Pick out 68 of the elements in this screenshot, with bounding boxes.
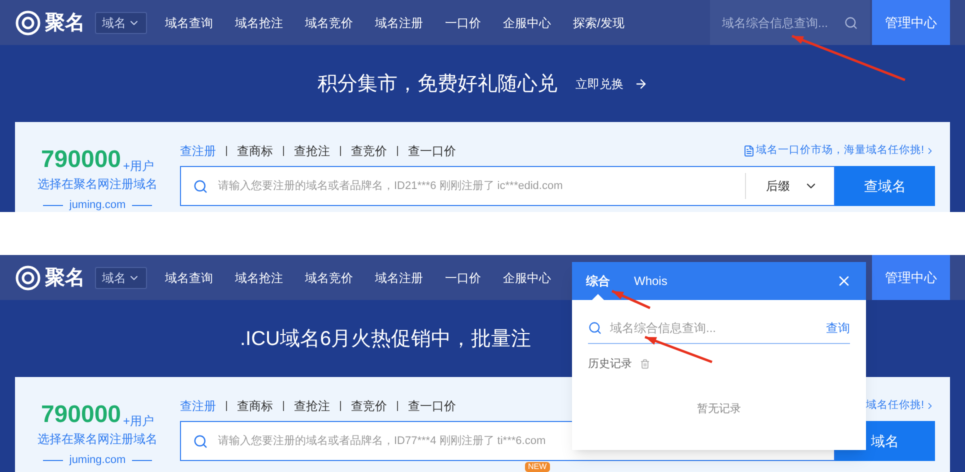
search-icon xyxy=(588,320,602,334)
search-icon xyxy=(193,178,208,194)
promo-link[interactable]: 域名一口价市场，海量域名任你挑! xyxy=(743,143,935,159)
nav-link[interactable]: 探索/发现 xyxy=(573,14,624,32)
nav-link[interactable]: 域名查询 xyxy=(165,14,213,32)
nav-search-field[interactable]: 域名综合信息查询... xyxy=(710,0,870,45)
search-tab[interactable]: 查商标 xyxy=(237,142,273,160)
nav-link[interactable]: 一口价 xyxy=(445,14,481,32)
category-dropdown[interactable]: 域名 xyxy=(95,266,147,288)
nav-link[interactable]: 域名竞价 xyxy=(305,268,353,286)
search-icon xyxy=(193,434,208,448)
category-dropdown[interactable]: 域名 xyxy=(95,12,147,34)
search-tab[interactable]: 查商标 xyxy=(237,397,273,415)
nav-link[interactable]: 域名注册 xyxy=(375,14,423,32)
query-button[interactable]: 查询 xyxy=(826,318,850,336)
nav-link[interactable]: 企服中心 xyxy=(503,268,551,286)
popup-search-input[interactable]: 域名综合信息查询... xyxy=(610,318,818,336)
suffix-dropdown[interactable]: 后缀 xyxy=(745,173,822,199)
annotation-arrow xyxy=(644,336,712,364)
new-badge: NEW xyxy=(525,462,550,472)
nav-link[interactable]: 域名注册 xyxy=(375,268,423,286)
user-count-suffix: +用户 xyxy=(123,160,154,172)
banner-title: .ICU域名6月火热促销中，批量注 xyxy=(240,326,532,352)
nav-link[interactable]: 域名抢注 xyxy=(235,268,283,286)
logo-icon xyxy=(15,264,41,290)
logo-text: 聚名 xyxy=(45,268,85,288)
logo-text: 聚名 xyxy=(45,12,85,32)
search-tab[interactable]: 查竞价 xyxy=(351,142,387,160)
trash-icon[interactable] xyxy=(640,359,650,370)
nav-search-input[interactable]: 域名综合信息查询... xyxy=(722,14,837,32)
user-count-suffix: +用户 xyxy=(123,415,154,427)
promo-link[interactable]: 域名任你挑! xyxy=(866,398,935,414)
history-label: 历史记录 xyxy=(588,357,632,372)
nav-link[interactable]: 域名抢注 xyxy=(235,14,283,32)
search-tab[interactable]: 查注册 xyxy=(180,397,216,415)
popup-tab[interactable]: 综合 xyxy=(586,262,610,300)
tagline: 选择在聚名网注册域名 xyxy=(38,431,158,448)
user-count: 790000 xyxy=(40,403,122,427)
redeem-link[interactable]: 立即兑换 xyxy=(576,74,648,92)
banner-title: 积分集市，免费好礼随心兑 xyxy=(318,72,558,96)
nav-link[interactable]: 域名查询 xyxy=(165,268,213,286)
popup-search-field[interactable]: 域名综合信息查询... 查询 xyxy=(588,312,850,344)
popup-tab[interactable]: Whois xyxy=(634,262,668,300)
nav-link[interactable]: 一口价 xyxy=(445,268,481,286)
annotation-arrow xyxy=(612,290,650,310)
nav-link[interactable]: 域名竞价 xyxy=(305,14,353,32)
nav-link[interactable]: 企服中心 xyxy=(503,14,551,32)
search-tab[interactable]: 查注册 xyxy=(180,142,216,160)
domain-search-field[interactable]: 请输入您要注册的域名或者品牌名，ID21***6 刚刚注册了 ic***edid.com 后缀 xyxy=(180,166,835,206)
site-name: juming.com xyxy=(69,453,126,468)
manage-center-button[interactable]: 管理中心 xyxy=(872,255,950,300)
search-tab[interactable]: 查一口价 xyxy=(408,397,456,415)
search-tab[interactable]: 查一口价 xyxy=(408,142,456,160)
manage-center-button[interactable]: 管理中心 xyxy=(872,0,950,45)
search-tab[interactable]: 查抢注 xyxy=(294,142,330,160)
tagline: 选择在聚名网注册域名 xyxy=(38,176,158,193)
logo-icon xyxy=(15,10,41,36)
search-tab[interactable]: 查抢注 xyxy=(294,397,330,415)
arrow-right-icon xyxy=(634,76,648,90)
document-icon xyxy=(743,145,756,157)
domain-search-input[interactable]: 请输入您要注册的域名或者品牌名，ID21***6 刚刚注册了 ic***edid.com xyxy=(218,178,735,194)
site-name: juming.com xyxy=(69,198,126,212)
domain-search-input[interactable]: 请输入您要注册的域名或者品牌名，ID77***4 刚刚注册了 ti***6.com xyxy=(218,432,822,450)
empty-history-text: 暂无记录 xyxy=(697,402,741,416)
user-count: 790000 xyxy=(40,148,122,172)
search-icon xyxy=(844,16,858,30)
search-domain-button[interactable]: 查域名 xyxy=(835,166,935,206)
search-tab[interactable]: 查竞价 xyxy=(351,397,387,415)
